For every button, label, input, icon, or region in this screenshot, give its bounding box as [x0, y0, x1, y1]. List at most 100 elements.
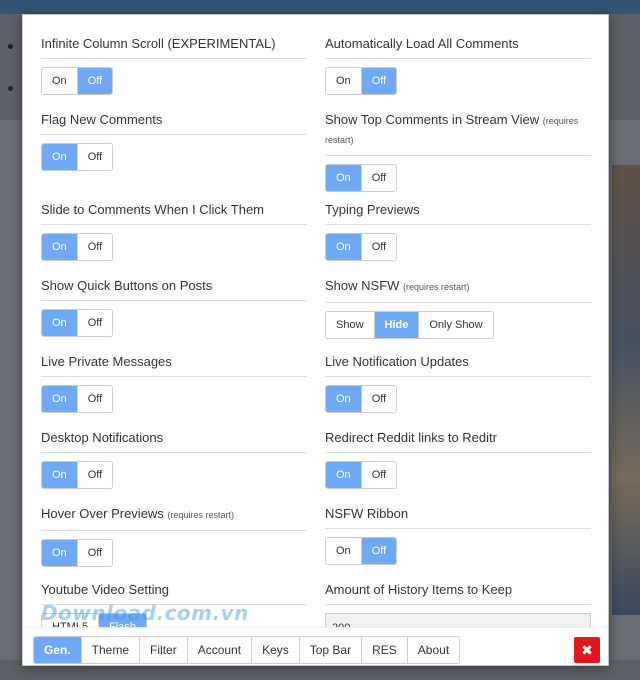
setting-right-column-3: Show NSFW (requires restart) Show Hide Only…: [325, 277, 591, 353]
setting-title-text: Typing Previews: [325, 202, 420, 217]
setting-left-column-5: Desktop Notifications On Off: [41, 429, 307, 505]
toggle-option-on[interactable]: On: [326, 68, 361, 94]
setting-title-text: Show Top Comments in Stream View: [325, 112, 540, 127]
setting-title-text: Live Notification Updates: [325, 354, 469, 369]
setting-title: NSFW Ribbon: [325, 505, 591, 529]
toggle-option-off[interactable]: Off: [360, 386, 397, 412]
setting-title-text: Redirect Reddit links to Reditr: [325, 430, 497, 445]
setting-right-column-2: Typing Previews On Off: [325, 201, 591, 277]
setting-right-column-0: Automatically Load All Comments On Off: [325, 35, 591, 111]
tab-theme[interactable]: Theme: [80, 637, 140, 663]
toggle-group: On Off: [41, 539, 114, 567]
settings-modal: Infinite Column Scroll (EXPERIMENTAL) On O…: [22, 14, 609, 666]
setting-left-column-3: Show Quick Buttons on Posts On Off: [41, 277, 307, 353]
toggle-option-off[interactable]: Off: [76, 540, 113, 566]
toggle-option-off[interactable]: Off: [76, 462, 113, 488]
toggle-group: On Off: [325, 67, 398, 95]
toggle-option-off[interactable]: Off: [360, 462, 397, 488]
setting-title: Show NSFW (requires restart): [325, 277, 591, 303]
setting-title: Infinite Column Scroll (EXPERIMENTAL): [41, 35, 307, 59]
settings-tabs: Gen. Theme Filter Account Keys Top Bar RES Abou…: [33, 636, 461, 664]
toggle-group: On Off: [325, 164, 398, 192]
toggle-group: HTML5 Flash: [41, 613, 147, 627]
setting-title-text: Flag New Comments: [41, 112, 163, 127]
background-image: [612, 165, 640, 615]
toggle-option-off[interactable]: Off: [360, 234, 397, 260]
toggle-option-on[interactable]: On: [326, 165, 361, 191]
tab-res[interactable]: RES: [361, 637, 407, 663]
setting-title-text: Amount of History Items to Keep: [325, 582, 513, 597]
tab-gen[interactable]: Gen.: [34, 637, 81, 663]
toggle-option-show[interactable]: Show: [326, 312, 374, 338]
setting-title: Show Quick Buttons on Posts: [41, 277, 307, 301]
toggle-option-off[interactable]: Off: [76, 234, 113, 260]
toggle-option-on[interactable]: On: [42, 310, 77, 336]
toggle-group: On Off: [41, 67, 114, 95]
toggle-option-off[interactable]: Off: [360, 165, 397, 191]
setting-title: Show Top Comments in Stream View (requir…: [325, 111, 591, 156]
settings-grid: Infinite Column Scroll (EXPERIMENTAL) On O…: [23, 15, 608, 627]
tab-keys[interactable]: Keys: [251, 637, 299, 663]
setting-title: Redirect Reddit links to Reditr: [325, 429, 591, 453]
setting-right-column-6: NSFW Ribbon On Off: [325, 505, 591, 581]
setting-left-column-4: Live Private Messages On Off: [41, 353, 307, 429]
toggle-option-off[interactable]: Off: [360, 538, 397, 564]
setting-title-text: Hover Over Previews: [41, 506, 164, 521]
background-topbar: [0, 0, 640, 14]
toggle-group: On Off: [41, 309, 114, 337]
toggle-group: On Off: [325, 537, 398, 565]
background-bullet: [8, 44, 13, 49]
toggle-group: On Off: [325, 233, 398, 261]
setting-note: (requires restart): [403, 282, 470, 292]
toggle-group: On Off: [41, 143, 114, 171]
toggle-option-on[interactable]: On: [42, 68, 77, 94]
toggle-option-on[interactable]: On: [326, 386, 361, 412]
toggle-option-on[interactable]: On: [42, 234, 77, 260]
toggle-option-on[interactable]: On: [42, 462, 77, 488]
setting-right-column-1: Show Top Comments in Stream View (requir…: [325, 111, 591, 201]
toggle-option-on[interactable]: On: [326, 234, 361, 260]
setting-title: Typing Previews: [325, 201, 591, 225]
setting-title: Live Private Messages: [41, 353, 307, 377]
toggle-option-off[interactable]: Off: [360, 68, 397, 94]
toggle-option-on[interactable]: On: [42, 540, 77, 566]
setting-title-text: Live Private Messages: [41, 354, 172, 369]
toggle-option-off[interactable]: Off: [76, 386, 113, 412]
tab-filter[interactable]: Filter: [139, 637, 187, 663]
setting-title: Automatically Load All Comments: [325, 35, 591, 59]
setting-title: Live Notification Updates: [325, 353, 591, 377]
toggle-option-html5[interactable]: HTML5: [42, 614, 99, 627]
background-left-column: [0, 120, 22, 660]
setting-title-text: Slide to Comments When I Click Them: [41, 202, 264, 217]
close-button[interactable]: ✖: [574, 637, 600, 663]
setting-title-text: Desktop Notifications: [41, 430, 164, 445]
toggle-option-on[interactable]: On: [42, 386, 77, 412]
setting-left-column-1: Flag New Comments On Off: [41, 111, 307, 201]
tab-top-bar[interactable]: Top Bar: [298, 637, 362, 663]
setting-note: (requires restart): [167, 510, 234, 520]
toggle-option-off[interactable]: Off: [76, 310, 113, 336]
tab-about[interactable]: About: [406, 637, 460, 663]
toggle-option-on[interactable]: On: [326, 462, 361, 488]
toggle-option-hide[interactable]: Hide: [373, 312, 419, 338]
setting-right-column-4: Live Notification Updates On Off: [325, 353, 591, 429]
toggle-option-only-show[interactable]: Only Show: [418, 312, 493, 338]
background-bullet: [8, 86, 13, 91]
toggle-group: On Off: [325, 385, 398, 413]
toggle-option-flash[interactable]: Flash: [98, 614, 146, 627]
setting-title-text: Infinite Column Scroll (EXPERIMENTAL): [41, 36, 276, 51]
history-items-input[interactable]: 200: [325, 613, 591, 627]
setting-title: Desktop Notifications: [41, 429, 307, 453]
setting-title-text: Automatically Load All Comments: [325, 36, 519, 51]
toggle-group: On Off: [41, 385, 114, 413]
toggle-option-on[interactable]: On: [42, 144, 77, 170]
toggle-option-off[interactable]: Off: [76, 68, 113, 94]
tab-account[interactable]: Account: [186, 637, 252, 663]
toggle-group: On Off: [325, 461, 398, 489]
setting-title: Amount of History Items to Keep: [325, 581, 591, 605]
setting-title: Flag New Comments: [41, 111, 307, 135]
setting-left-column-7: Youtube Video Setting HTML5 Flash: [41, 581, 307, 627]
toggle-option-on[interactable]: On: [326, 538, 361, 564]
toggle-group: On Off: [41, 233, 114, 261]
toggle-option-off[interactable]: Off: [76, 144, 113, 170]
